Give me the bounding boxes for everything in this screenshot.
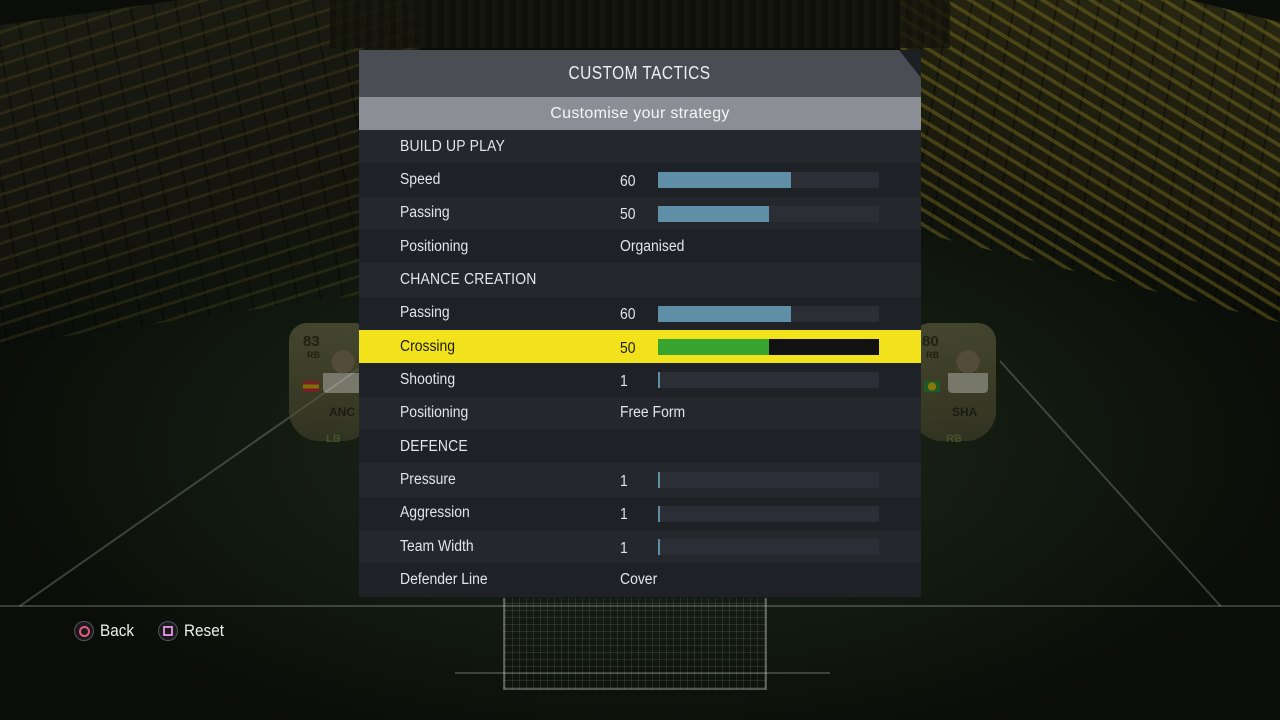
tactic-label: Positioning	[400, 237, 469, 255]
section-label: BUILD UP PLAY	[400, 137, 505, 155]
pitch-line	[999, 360, 1222, 607]
tactic-row-speed[interactable]: Speed 60	[359, 163, 921, 197]
card-name: ANC	[329, 405, 355, 419]
tactic-value: 1	[620, 539, 628, 557]
circle-button-icon	[74, 621, 94, 641]
tactic-label: Defender Line	[400, 571, 488, 589]
slider-track[interactable]	[658, 539, 879, 556]
reset-button[interactable]: Reset	[157, 621, 228, 641]
panel-title: CUSTOM TACTICS	[569, 63, 711, 83]
tactic-label: Passing	[400, 204, 450, 222]
slider-track[interactable]	[658, 472, 879, 489]
tactic-label: Pressure	[400, 471, 456, 489]
tactic-label: Shooting	[400, 371, 456, 389]
section-header-defence: DEFENCE	[359, 430, 921, 464]
slider-fill	[658, 505, 660, 522]
slider-fill	[658, 172, 791, 189]
panel-subtitle: Customise your strategy	[550, 104, 730, 122]
tactics-list: BUILD UP PLAY Speed 60 Passing 50 Positioning…	[359, 130, 921, 597]
tactic-row-passing[interactable]: Passing 60	[359, 296, 921, 331]
card-rating: 83	[303, 333, 320, 350]
player-card-right: 80 RB SHA RB	[912, 323, 996, 445]
panel-header: CUSTOM TACTICS	[359, 50, 921, 97]
card-rating: 80	[922, 333, 939, 350]
slider-fill	[658, 539, 660, 556]
tactic-value: 1	[620, 506, 628, 524]
tactic-row-team-width[interactable]: Team Width 1	[359, 530, 921, 564]
slider-track[interactable]	[658, 305, 879, 322]
card-name: SHA	[952, 405, 978, 419]
slider-track[interactable]	[658, 205, 879, 222]
back-label: Back	[100, 621, 135, 640]
card-slot: LB	[326, 433, 341, 445]
button-prompts: Back Reset	[74, 619, 248, 643]
tactic-row-pressure[interactable]: Pressure 1	[359, 463, 921, 497]
tactic-value: 50	[620, 339, 636, 357]
tactic-row-positioning[interactable]: Positioning Free Form	[359, 396, 921, 431]
section-label: DEFENCE	[400, 437, 468, 455]
card-slot: RB	[946, 433, 962, 445]
tactic-label: Aggression	[400, 504, 470, 522]
section-header-chance-creation: CHANCE CREATION	[359, 263, 921, 297]
custom-tactics-panel: CUSTOM TACTICS Customise your strategy B…	[359, 50, 921, 597]
slider-track[interactable]	[658, 372, 879, 389]
player-avatar	[948, 345, 988, 393]
reset-label: Reset	[183, 621, 224, 640]
tactic-row-defender-line[interactable]: Defender Line Cover	[359, 563, 921, 597]
flag-icon	[303, 381, 319, 392]
tactic-row-shooting[interactable]: Shooting 1	[359, 363, 921, 397]
tactic-value: 60	[620, 173, 636, 191]
stands-right	[900, 0, 1280, 333]
slider-track[interactable]	[658, 172, 879, 189]
tactic-option-value: Organised	[620, 237, 685, 255]
tactic-value: 1	[620, 473, 628, 491]
tactic-value: 60	[620, 306, 636, 324]
square-button-icon	[157, 621, 178, 641]
section-header-build-up-play: BUILD UP PLAY	[359, 130, 921, 164]
back-button[interactable]: Back	[74, 621, 138, 641]
tactic-row-passing[interactable]: Passing 50	[359, 196, 921, 231]
stands-left	[0, 0, 420, 354]
section-label: CHANCE CREATION	[400, 271, 537, 289]
tactic-label: Team Width	[400, 537, 474, 555]
slider-fill	[658, 339, 769, 356]
slider-fill	[658, 372, 660, 389]
slider-track[interactable]	[658, 339, 879, 356]
tactic-label: Speed	[400, 171, 441, 189]
slider-track[interactable]	[658, 505, 879, 522]
goal-net	[503, 598, 767, 690]
panel-subheader: Customise your strategy	[359, 97, 921, 130]
slider-fill	[658, 205, 769, 222]
tactic-label: Positioning	[400, 404, 469, 422]
tactic-option-value: Cover	[620, 571, 658, 589]
slider-fill	[658, 472, 660, 489]
tactic-row-aggression[interactable]: Aggression 1	[359, 496, 921, 531]
card-position: RB	[307, 350, 320, 360]
player-avatar	[323, 345, 363, 393]
stands-top	[330, 0, 950, 48]
tactic-row-crossing[interactable]: Crossing 50	[359, 330, 921, 364]
tactic-label: Passing	[400, 304, 450, 322]
tactic-label: Crossing	[400, 337, 456, 355]
slider-fill	[658, 305, 791, 322]
flag-icon	[924, 381, 940, 392]
tactic-row-positioning[interactable]: Positioning Organised	[359, 230, 921, 264]
tactic-value: 1	[620, 373, 628, 391]
card-position: RB	[926, 350, 939, 360]
tactic-option-value: Free Form	[620, 404, 686, 422]
tactic-value: 50	[620, 206, 636, 224]
